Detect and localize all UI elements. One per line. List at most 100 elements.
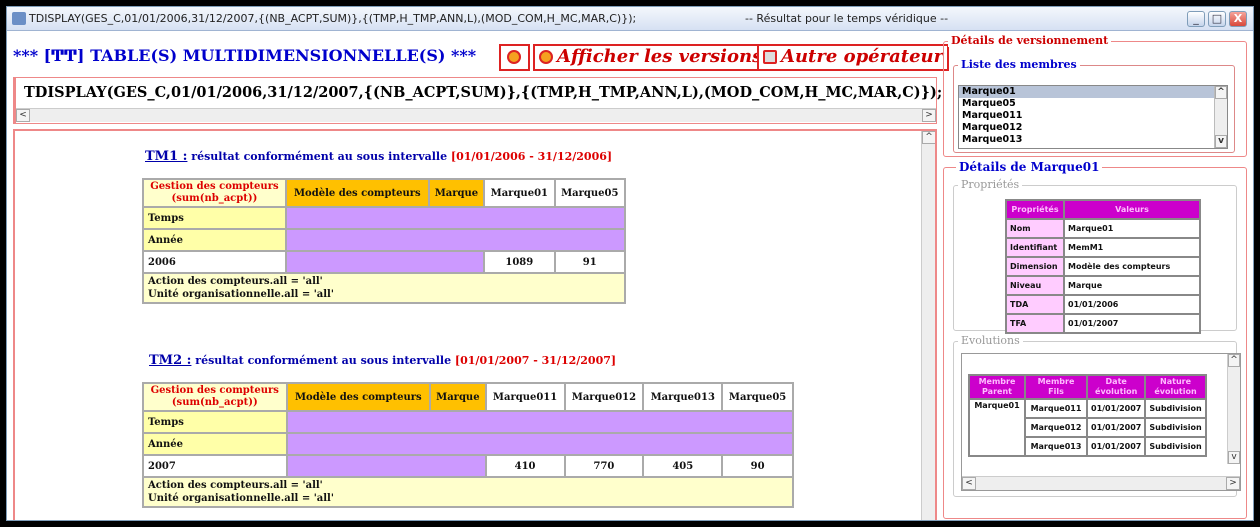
value-cell: 770 — [563, 454, 645, 478]
prop-key: Niveau — [1005, 275, 1065, 296]
value-cell: 405 — [642, 454, 724, 478]
scroll-left-arrow[interactable]: < — [16, 109, 30, 122]
member-header: Marque05 — [721, 382, 794, 412]
show-versions-button[interactable]: Afficher les versions — [533, 44, 769, 71]
minimize-button[interactable]: _ — [1187, 11, 1205, 27]
footer-line: Unité organisationnelle.all = 'all' — [148, 493, 334, 504]
list-item[interactable]: Marque01 — [959, 86, 1227, 98]
scroll-up-arrow[interactable]: ^ — [1228, 354, 1240, 367]
table-row: Dimension Modèle des compteurs — [1005, 256, 1201, 277]
tm2-range: [01/01/2007 - 31/12/2007] — [454, 354, 617, 367]
purple-cell — [285, 454, 487, 478]
table-row: Gestion des compteurs (sum(nb_acpt)) Mod… — [142, 382, 794, 412]
evolutions-v-scrollbar[interactable]: ^ v — [1227, 354, 1240, 464]
level-header: Marque — [427, 178, 486, 208]
time-label: Temps — [142, 410, 288, 434]
evo-child: Marque013 — [1024, 436, 1088, 457]
window-subtitle: -- Résultat pour le temps véridique -- — [745, 12, 949, 25]
evo-nature: Subdivision — [1144, 417, 1207, 438]
year-value: 2007 — [142, 454, 288, 478]
scroll-up-arrow[interactable]: ^ — [922, 131, 935, 144]
members-list[interactable]: Marque01 Marque05 Marque011 Marque012 Ma… — [958, 85, 1228, 149]
prop-key: TDA — [1005, 294, 1065, 315]
year-value: 2006 — [142, 250, 287, 274]
member-header: Marque01 — [483, 178, 556, 208]
tm2-table: Gestion des compteurs (sum(nb_acpt)) Mod… — [142, 382, 795, 508]
scroll-up-arrow[interactable]: ^ — [1215, 86, 1227, 99]
table-row: Identifiant MemM1 — [1005, 237, 1201, 258]
results-v-scrollbar[interactable]: ^ — [921, 131, 935, 520]
value-cell: 410 — [484, 454, 566, 478]
evo-header: Membre Parent — [968, 374, 1026, 400]
scroll-down-arrow[interactable]: v — [1228, 451, 1240, 464]
dimension-header: Modèle des compteurs — [285, 382, 432, 412]
scroll-down-arrow[interactable]: v — [1215, 135, 1227, 148]
evo-child: Marque012 — [1024, 417, 1088, 438]
list-item[interactable]: Marque013 — [959, 134, 1227, 146]
show-versions-label: Afficher les versions — [557, 46, 763, 67]
evo-date: 01/01/2007 — [1085, 398, 1147, 419]
year-label: Année — [142, 228, 287, 252]
prop-value: 01/01/2006 — [1063, 294, 1201, 315]
measure-header: Gestion des compteurs (sum(nb_acpt)) — [142, 382, 288, 412]
purple-cell — [284, 250, 486, 274]
evo-parent: Marque01 — [968, 398, 1026, 457]
scroll-right-arrow[interactable]: > — [922, 109, 936, 122]
tm2-title: TM2 : résultat conformément au sous inte… — [149, 353, 616, 368]
versioning-panel: Détails de versionnement Liste des membr… — [941, 33, 1251, 520]
purple-cell — [284, 206, 627, 230]
table-row: Membre Parent Membre Fils Date évolution… — [968, 374, 1207, 400]
prop-key: Nom — [1005, 218, 1065, 239]
details-title: Détails de Marque01 — [956, 160, 1103, 174]
table-row: Marque01 Marque011 01/01/2007 Subdivisio… — [968, 398, 1207, 457]
table-row: Action des compteurs.all = 'all' Unité or… — [142, 476, 794, 508]
prop-value: Marque01 — [1063, 218, 1201, 239]
back-button[interactable] — [499, 44, 530, 71]
prop-key: Dimension — [1005, 256, 1065, 277]
command-text: TDISPLAY(GES_C,01/01/2006,31/12/2007,{(N… — [24, 84, 943, 101]
table-row: Niveau Marque — [1005, 275, 1201, 296]
evo-date: 01/01/2007 — [1085, 417, 1147, 438]
level-header: Marque — [429, 382, 487, 412]
table-row: Action des compteurs.all = 'all' Unité or… — [142, 272, 626, 304]
table-row: TDA 01/01/2006 — [1005, 294, 1201, 315]
properties-table: Propriétés Valeurs Nom Marque01 Identifia… — [1005, 199, 1201, 334]
value-cell: 90 — [721, 454, 794, 478]
title-bar: TDISPLAY(GES_C,01/01/2006,31/12/2007,{(N… — [7, 7, 1253, 31]
toolbar: *** [ͲͲ] TABLE(S) MULTIDIMENSIONNELLE(S)… — [11, 40, 950, 73]
list-item[interactable]: Marque012 — [959, 122, 1227, 134]
prop-value: Modèle des compteurs — [1063, 256, 1201, 277]
tm2-label: TM2 : — [149, 353, 192, 368]
table-row: Propriétés Valeurs — [1005, 199, 1201, 220]
list-item[interactable]: Marque05 — [959, 98, 1227, 110]
member-header: Marque012 — [563, 382, 645, 412]
footer-line: Action des compteurs.all = 'all' — [148, 276, 323, 287]
table-footer: Action des compteurs.all = 'all' Unité or… — [142, 272, 626, 304]
year-label: Année — [142, 432, 288, 456]
maximize-button[interactable]: □ — [1208, 11, 1226, 27]
command-h-scrollbar[interactable]: < > — [16, 108, 936, 122]
other-operator-button[interactable]: Autre opérateur — [757, 44, 950, 71]
table-row: Gestion des compteurs (sum(nb_acpt)) Mod… — [142, 178, 627, 208]
tm1-label: TM1 : — [145, 149, 188, 164]
close-button[interactable]: X — [1229, 11, 1247, 27]
list-item[interactable]: Marque011 — [959, 110, 1227, 122]
table-row: Année — [142, 432, 795, 456]
prop-key: TFA — [1005, 313, 1065, 334]
time-label: Temps — [142, 206, 287, 230]
members-scrollbar[interactable]: ^ v — [1214, 86, 1227, 148]
table-row: 2007 410 770 405 90 — [142, 454, 794, 478]
table-row: Année — [142, 228, 627, 252]
table-row: Temps — [142, 410, 795, 434]
evo-nature: Subdivision — [1144, 398, 1207, 419]
scroll-left-arrow[interactable]: < — [962, 477, 976, 490]
prop-value: Marque — [1063, 275, 1201, 296]
properties-title: Propriétés — [958, 178, 1023, 191]
scroll-right-arrow[interactable]: > — [1226, 477, 1240, 490]
prop-value: 01/01/2007 — [1063, 313, 1201, 334]
evo-child: Marque011 — [1024, 398, 1088, 419]
evolutions-h-scrollbar[interactable]: < > — [962, 476, 1240, 490]
tm2-caption: résultat conformément au sous intervalle — [195, 354, 452, 367]
dimension-header: Modèle des compteurs — [284, 178, 430, 208]
versioning-title: Détails de versionnement — [948, 34, 1112, 47]
